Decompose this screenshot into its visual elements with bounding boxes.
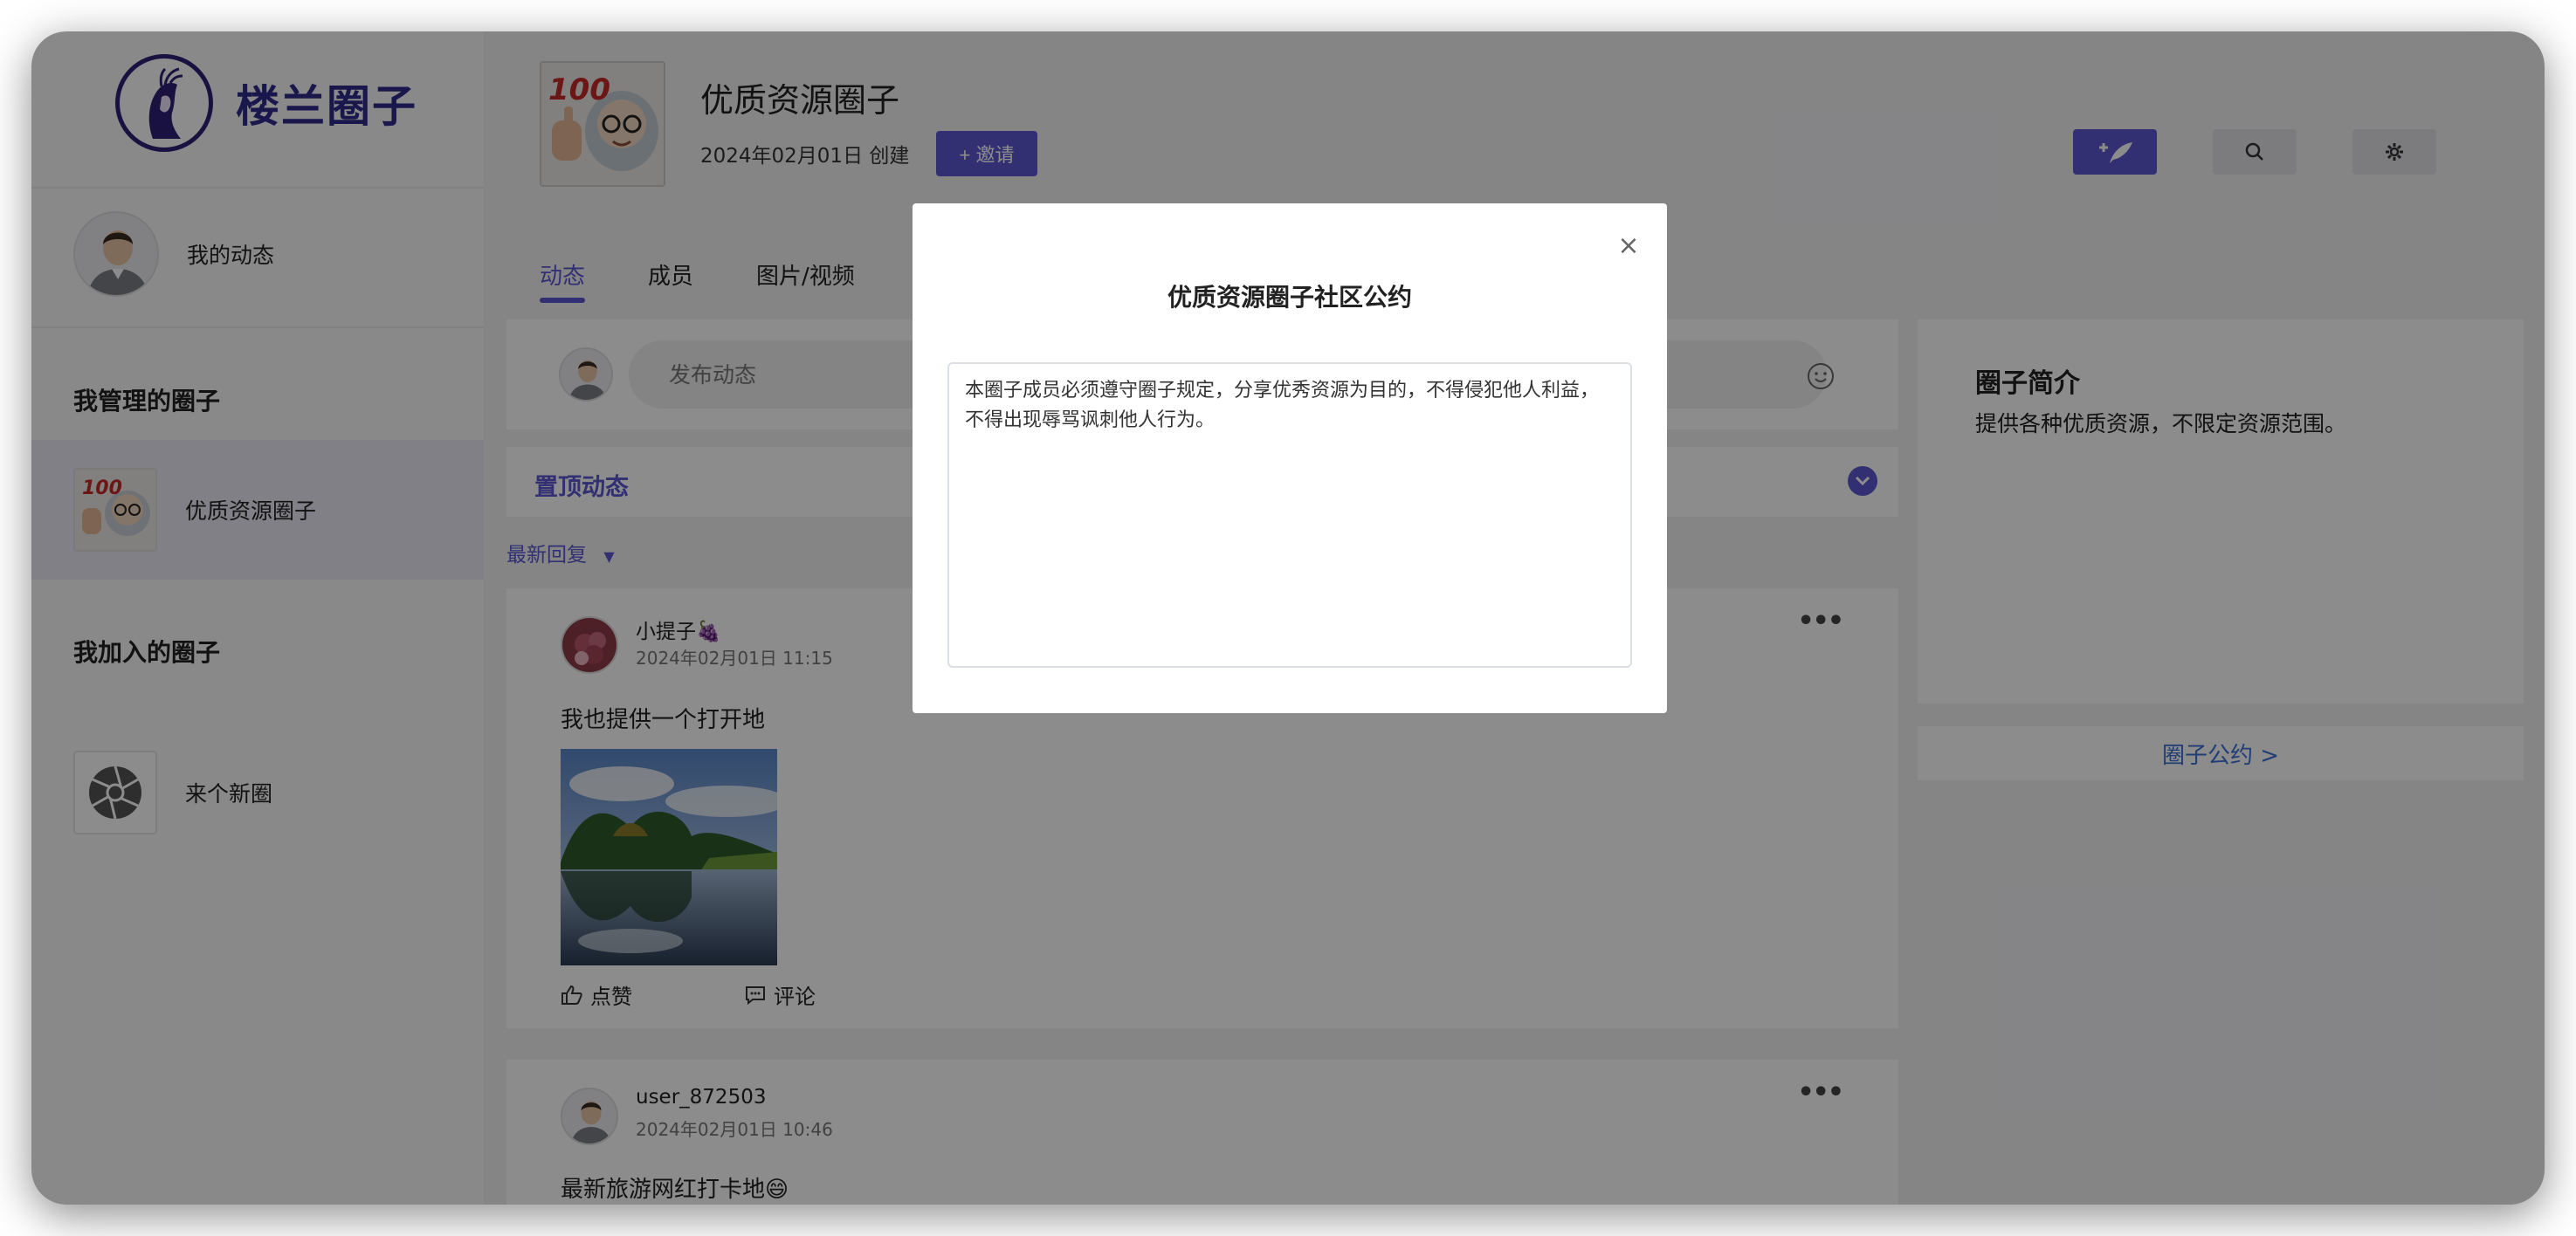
rules-textarea[interactable]: 本圈子成员必须遵守圈子规定，分享优秀资源为目的，不得侵犯他人利益，不得出现辱骂讽… (947, 362, 1632, 668)
dialog-title: 优质资源圈子社区公约 (1167, 283, 1412, 312)
app-window: 楼兰圈子 我的动态 我管理的圈子 100 优质资源圈子 我加入的圈子 来个新圈 … (31, 31, 2545, 1205)
close-icon[interactable]: × (1613, 230, 1644, 261)
rules-dialog: × 优质资源圈子社区公约 本圈子成员必须遵守圈子规定，分享优秀资源为目的，不得侵… (913, 203, 1667, 713)
